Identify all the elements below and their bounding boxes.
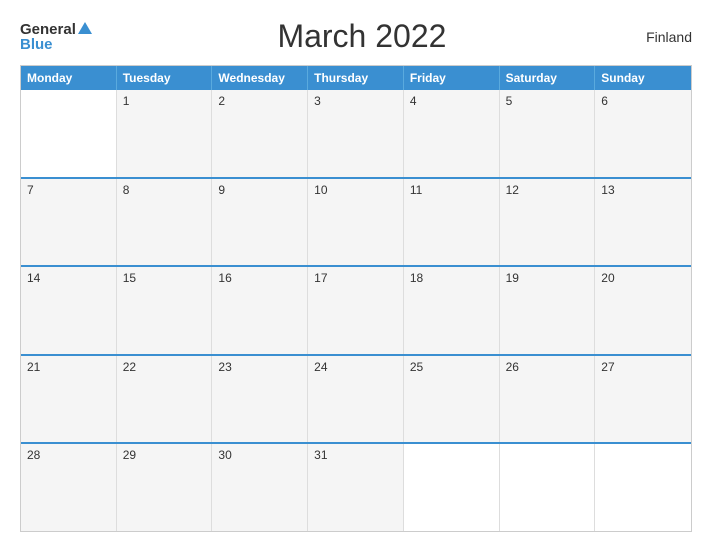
calendar-header-cell: Thursday bbox=[308, 66, 404, 90]
day-number: 10 bbox=[314, 183, 397, 197]
calendar-header-cell: Wednesday bbox=[212, 66, 308, 90]
day-number: 14 bbox=[27, 271, 110, 285]
day-number: 4 bbox=[410, 94, 493, 108]
day-number: 16 bbox=[218, 271, 301, 285]
calendar-day-cell: 3 bbox=[308, 90, 404, 177]
calendar-header-cell: Saturday bbox=[500, 66, 596, 90]
day-number: 22 bbox=[123, 360, 206, 374]
calendar-day-cell: 26 bbox=[500, 356, 596, 443]
calendar-week: 123456 bbox=[21, 90, 691, 177]
calendar-day-cell: 22 bbox=[117, 356, 213, 443]
day-number: 15 bbox=[123, 271, 206, 285]
calendar-header-cell: Sunday bbox=[595, 66, 691, 90]
calendar-day-cell: 12 bbox=[500, 179, 596, 266]
calendar-day-cell: 16 bbox=[212, 267, 308, 354]
day-number: 7 bbox=[27, 183, 110, 197]
calendar-day-cell: 13 bbox=[595, 179, 691, 266]
header: General Blue March 2022 Finland bbox=[20, 18, 692, 55]
calendar-header-cell: Friday bbox=[404, 66, 500, 90]
country-label: Finland bbox=[632, 29, 692, 45]
day-number: 29 bbox=[123, 448, 206, 462]
calendar-day-cell: 9 bbox=[212, 179, 308, 266]
calendar-title: March 2022 bbox=[92, 18, 632, 55]
calendar-day-cell: 4 bbox=[404, 90, 500, 177]
calendar-header-cell: Tuesday bbox=[117, 66, 213, 90]
calendar: MondayTuesdayWednesdayThursdayFridaySatu… bbox=[20, 65, 692, 532]
calendar-day-cell: 6 bbox=[595, 90, 691, 177]
calendar-day-cell bbox=[595, 444, 691, 531]
page: General Blue March 2022 Finland MondayTu… bbox=[0, 0, 712, 550]
calendar-day-cell bbox=[404, 444, 500, 531]
calendar-day-cell: 28 bbox=[21, 444, 117, 531]
calendar-week: 14 15 16 17 18 19 20 bbox=[21, 265, 691, 354]
day-number: 6 bbox=[601, 94, 685, 108]
calendar-day-cell: 7 bbox=[21, 179, 117, 266]
day-number: 18 bbox=[410, 271, 493, 285]
calendar-day-cell bbox=[500, 444, 596, 531]
calendar-day-cell: 19 bbox=[500, 267, 596, 354]
day-number: 31 bbox=[314, 448, 397, 462]
day-number: 20 bbox=[601, 271, 685, 285]
day-number: 11 bbox=[410, 183, 493, 197]
calendar-week: 21 22 23 24 25 26 27 bbox=[21, 354, 691, 443]
day-number: 5 bbox=[506, 94, 589, 108]
calendar-day-cell: 5 bbox=[500, 90, 596, 177]
calendar-day-cell: 15 bbox=[117, 267, 213, 354]
day-number: 26 bbox=[506, 360, 589, 374]
calendar-day-cell: 31 bbox=[308, 444, 404, 531]
day-number: 3 bbox=[314, 94, 397, 108]
calendar-day-cell: 25 bbox=[404, 356, 500, 443]
calendar-day-cell: 14 bbox=[21, 267, 117, 354]
calendar-day-cell: 11 bbox=[404, 179, 500, 266]
day-number: 2 bbox=[218, 94, 301, 108]
calendar-header-row: MondayTuesdayWednesdayThursdayFridaySatu… bbox=[21, 66, 691, 90]
day-number: 9 bbox=[218, 183, 301, 197]
calendar-day-cell: 21 bbox=[21, 356, 117, 443]
logo-triangle-icon bbox=[78, 22, 92, 34]
day-number: 27 bbox=[601, 360, 685, 374]
logo: General Blue bbox=[20, 22, 92, 52]
day-number: 19 bbox=[506, 271, 589, 285]
day-number: 28 bbox=[27, 448, 110, 462]
calendar-day-cell: 30 bbox=[212, 444, 308, 531]
calendar-day-cell: 10 bbox=[308, 179, 404, 266]
calendar-day-cell: 17 bbox=[308, 267, 404, 354]
day-number: 21 bbox=[27, 360, 110, 374]
day-number: 23 bbox=[218, 360, 301, 374]
calendar-header-cell: Monday bbox=[21, 66, 117, 90]
calendar-day-cell: 1 bbox=[117, 90, 213, 177]
logo-blue-text: Blue bbox=[20, 37, 53, 52]
day-number: 1 bbox=[123, 94, 206, 108]
day-number: 30 bbox=[218, 448, 301, 462]
day-number: 13 bbox=[601, 183, 685, 197]
calendar-day-cell: 18 bbox=[404, 267, 500, 354]
calendar-week: 28 29 30 31 bbox=[21, 442, 691, 531]
logo-general-text: General bbox=[20, 22, 76, 37]
day-number: 12 bbox=[506, 183, 589, 197]
calendar-day-cell: 24 bbox=[308, 356, 404, 443]
day-number: 8 bbox=[123, 183, 206, 197]
day-number: 25 bbox=[410, 360, 493, 374]
calendar-week: 789 10 11 12 13 bbox=[21, 177, 691, 266]
day-number: 17 bbox=[314, 271, 397, 285]
calendar-day-cell bbox=[21, 90, 117, 177]
day-number: 24 bbox=[314, 360, 397, 374]
calendar-day-cell: 23 bbox=[212, 356, 308, 443]
calendar-body: 1234567891011121314151617181920212223242… bbox=[21, 90, 691, 531]
calendar-day-cell: 27 bbox=[595, 356, 691, 443]
calendar-day-cell: 8 bbox=[117, 179, 213, 266]
calendar-day-cell: 20 bbox=[595, 267, 691, 354]
calendar-day-cell: 29 bbox=[117, 444, 213, 531]
calendar-day-cell: 2 bbox=[212, 90, 308, 177]
